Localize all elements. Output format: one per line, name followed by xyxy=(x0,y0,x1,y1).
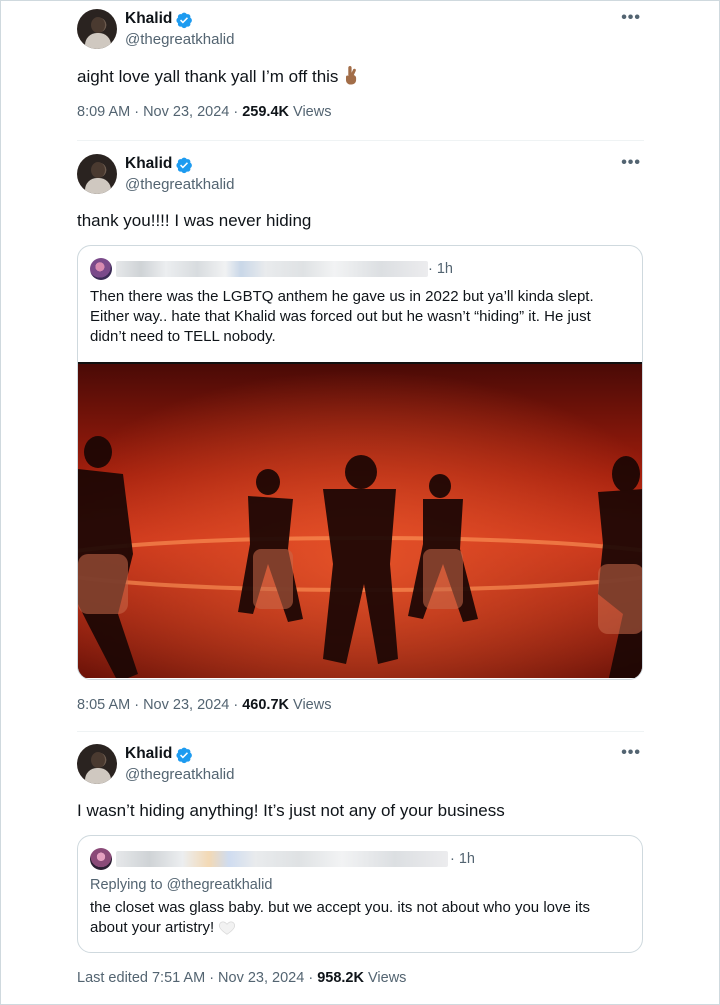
handle[interactable]: @thegreatkhalid xyxy=(125,766,234,783)
timestamp[interactable]: 8:09 AM · Nov 23, 2024 · xyxy=(77,104,242,120)
quote-tweet[interactable]: · 1h Replying to @thegreatkhalid the clo… xyxy=(77,835,643,953)
display-name[interactable]: Khalid xyxy=(125,10,172,28)
timestamp[interactable]: 8:05 AM · Nov 23, 2024 · xyxy=(77,697,242,713)
tweet-2-meta-wrap: 8:05 AM · Nov 23, 2024 · 460.7K Views xyxy=(77,697,644,713)
views-count: 259.4K xyxy=(242,104,289,120)
avatar[interactable] xyxy=(77,9,117,49)
blurred-username xyxy=(116,261,428,277)
verified-badge-icon xyxy=(176,12,192,29)
tweet-text: thank you!!!! I was never hiding xyxy=(77,211,312,230)
views-count: 958.2K xyxy=(317,970,364,986)
dance-video-still xyxy=(78,364,642,678)
tweet-3[interactable]: Khalid @thegreatkhalid ••• I wasn’t hidi… xyxy=(77,744,644,822)
tweet-text: aight love yall thank yall I’m off this xyxy=(77,65,644,88)
more-options-icon[interactable]: ••• xyxy=(621,9,641,27)
white-heart-emoji xyxy=(219,921,236,935)
quote-avatar xyxy=(90,848,112,870)
views-count: 460.7K xyxy=(242,697,289,713)
quote-time: · 1h xyxy=(450,851,475,867)
tweet-1[interactable]: Khalid @thegreatkhalid ••• aight love ya… xyxy=(77,9,644,120)
quote-time: · 1h xyxy=(428,261,453,277)
quote-media-image[interactable] xyxy=(78,362,642,678)
more-options-icon[interactable]: ••• xyxy=(621,154,641,172)
more-options-icon[interactable]: ••• xyxy=(621,744,641,762)
quote-tweet[interactable]: · 1h Then there was the LGBTQ anthem he … xyxy=(77,245,643,680)
divider xyxy=(77,140,644,141)
quote-text: the closet was glass baby. but we accept… xyxy=(90,899,591,936)
tweet-header: Khalid @thegreatkhalid ••• xyxy=(77,9,644,59)
tweet-2[interactable]: Khalid @thegreatkhalid ••• thank you!!!!… xyxy=(77,154,644,232)
tweet-meta: 8:09 AM · Nov 23, 2024 · 259.4K Views xyxy=(77,104,644,120)
tweet-text: I wasn’t hiding anything! It’s just not … xyxy=(77,801,505,820)
tweet-header: Khalid @thegreatkhalid ••• xyxy=(77,154,644,204)
replying-to[interactable]: Replying to @thegreatkhalid xyxy=(78,877,642,893)
avatar[interactable] xyxy=(77,154,117,194)
views-label: Views xyxy=(363,970,407,986)
handle[interactable]: @thegreatkhalid xyxy=(125,176,234,193)
display-name[interactable]: Khalid xyxy=(125,155,172,173)
views-label: Views xyxy=(289,104,332,120)
quote-text: Then there was the LGBTQ anthem he gave … xyxy=(90,288,594,345)
timestamp[interactable]: Last edited 7:51 AM · Nov 23, 2024 · xyxy=(77,970,317,986)
tweet-meta: Last edited 7:51 AM · Nov 23, 2024 · 958… xyxy=(77,970,644,986)
avatar[interactable] xyxy=(77,744,117,784)
verified-badge-icon xyxy=(176,747,192,764)
quote-avatar xyxy=(90,258,112,280)
quote-header: · 1h xyxy=(78,246,642,282)
display-name[interactable]: Khalid xyxy=(125,745,172,763)
views-label: Views xyxy=(289,697,332,713)
blurred-username xyxy=(116,851,448,867)
verified-badge-icon xyxy=(176,157,192,174)
quote-header: · 1h xyxy=(78,836,642,872)
crossed-fingers-emoji xyxy=(346,66,357,85)
tweet-header: Khalid @thegreatkhalid ••• xyxy=(77,744,644,794)
divider xyxy=(77,731,644,732)
tweet-3-meta-wrap: Last edited 7:51 AM · Nov 23, 2024 · 958… xyxy=(77,970,644,986)
tweet-meta: 8:05 AM · Nov 23, 2024 · 460.7K Views xyxy=(77,697,644,713)
handle[interactable]: @thegreatkhalid xyxy=(125,31,234,48)
